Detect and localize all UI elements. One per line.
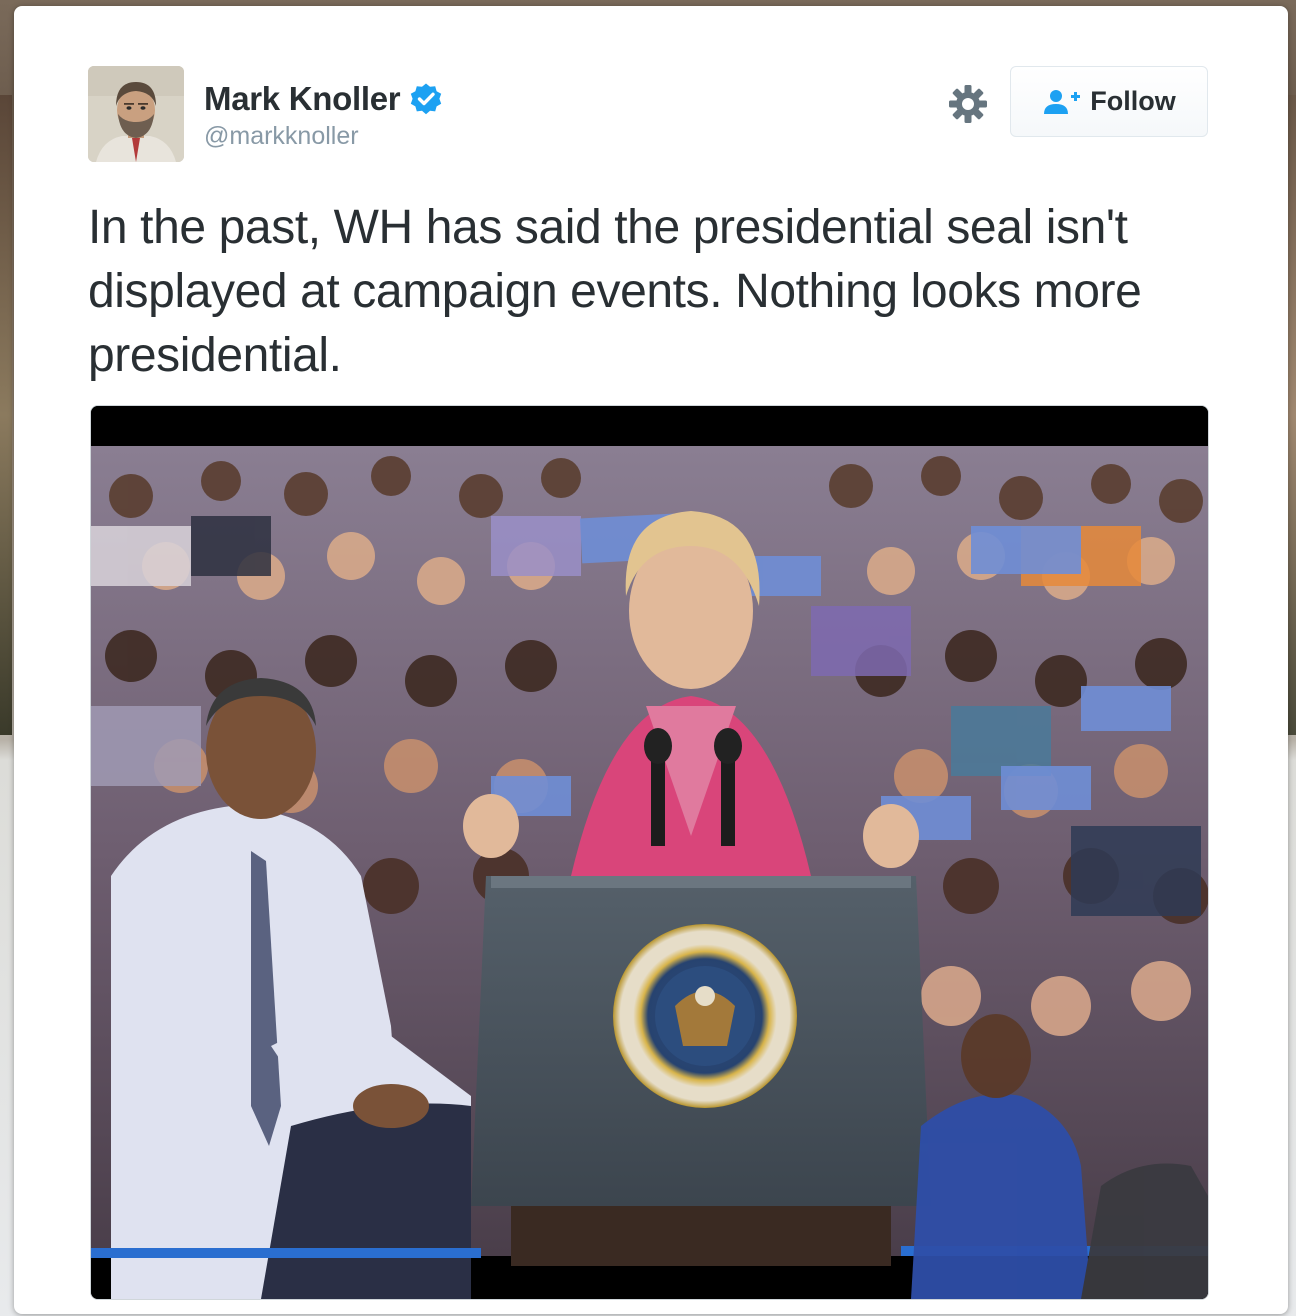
avatar[interactable] (88, 66, 184, 162)
profile-photo (88, 66, 184, 162)
author-name-block: Mark Knoller @markknoller (204, 80, 443, 151)
campaign-rally-photo (91, 406, 1208, 1299)
gear-icon[interactable] (946, 82, 990, 126)
verified-badge-icon (410, 83, 441, 115)
follow-button[interactable]: Follow (1010, 66, 1208, 137)
tweet-text: In the past, WH has said the presidentia… (88, 201, 1142, 382)
add-user-icon (1044, 89, 1081, 114)
podium-with-seal (471, 876, 931, 1266)
tweet-header: Mark Knoller @markknoller Follow (88, 66, 1218, 176)
tweet-card: Mark Knoller @markknoller Follow In the … (14, 6, 1288, 1314)
author-display-name[interactable]: Mark Knoller (204, 80, 401, 118)
background-photo-strip-left (0, 95, 12, 735)
follow-button-label: Follow (1090, 86, 1176, 116)
tweet-media-photo[interactable] (90, 405, 1209, 1300)
author-handle[interactable]: @markknoller (204, 122, 443, 151)
